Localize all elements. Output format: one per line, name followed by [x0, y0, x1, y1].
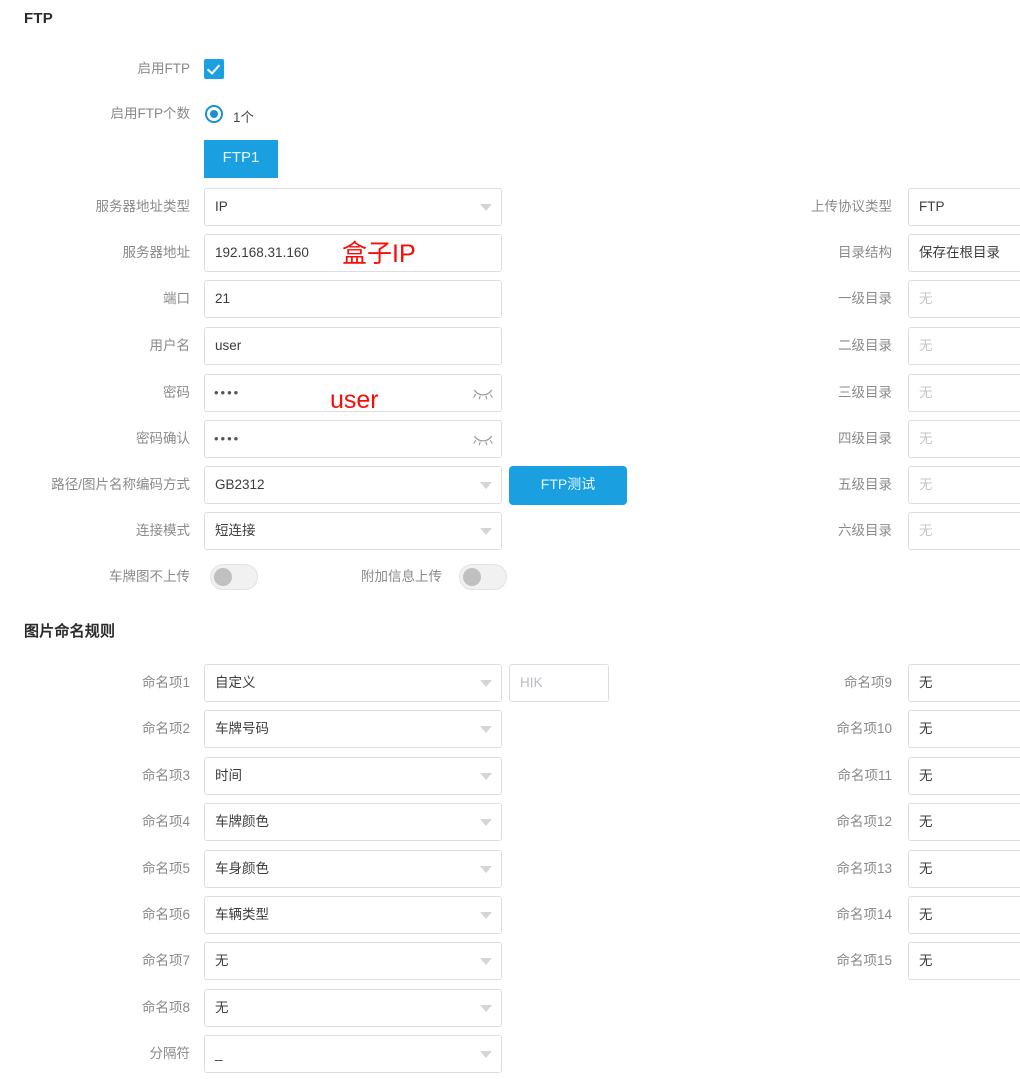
directory-level-4-input[interactable]: 无 — [908, 420, 1020, 458]
enable-ftp-label: 启用FTP — [137, 61, 191, 76]
upload-toggles-row: 车牌图不上传 附加信息上传 — [0, 564, 560, 592]
directory-level-1-label: 一级目录 — [838, 291, 892, 306]
chevron-down-icon — [480, 1051, 492, 1058]
naming-item-11-select[interactable]: 无 — [908, 757, 1020, 795]
no-plate-image-upload-toggle[interactable] — [210, 564, 258, 590]
naming-item-12-select[interactable]: 无 — [908, 803, 1020, 841]
naming-item-12-label: 命名项12 — [836, 814, 892, 829]
enable-ftp-checkbox[interactable] — [204, 59, 224, 79]
naming-item-8-label: 命名项8 — [141, 1000, 190, 1015]
toggle-knob — [214, 568, 232, 586]
naming-item-8-select[interactable]: 无 — [204, 989, 502, 1027]
upload-protocol-type-select[interactable]: FTP — [908, 188, 1020, 226]
directory-level-4-label: 四级目录 — [838, 431, 892, 446]
naming-item-8-row: 命名项8 无 — [0, 989, 520, 1027]
directory-structure-label: 目录结构 — [838, 245, 892, 260]
directory-level-5-row: 五级目录 无 — [0, 466, 1020, 504]
ftp-count-radio-label: 1个 — [233, 110, 255, 125]
naming-item-10-row: 命名项10 无 — [0, 710, 1020, 748]
naming-item-12-row: 命名项12 无 — [0, 803, 1020, 841]
directory-level-6-label: 六级目录 — [838, 523, 892, 538]
directory-level-3-input[interactable]: 无 — [908, 374, 1020, 412]
chevron-down-icon — [480, 1005, 492, 1012]
enable-ftp-row: 启用FTP — [0, 50, 520, 88]
directory-level-4-row: 四级目录 无 — [0, 420, 1020, 458]
naming-item-10-label: 命名项10 — [836, 721, 892, 736]
naming-item-13-select[interactable]: 无 — [908, 850, 1020, 888]
no-plate-image-upload-label: 车牌图不上传 — [109, 569, 190, 584]
naming-item-10-select[interactable]: 无 — [908, 710, 1020, 748]
ftp-count-radio-1[interactable] — [205, 105, 223, 123]
naming-item-14-row: 命名项14 无 — [0, 896, 1020, 934]
upload-protocol-type-row: 上传协议类型 FTP — [0, 188, 1020, 226]
tab-ftp1[interactable]: FTP1 — [204, 140, 278, 178]
directory-level-2-input[interactable]: 无 — [908, 327, 1020, 365]
annotation-password: user — [330, 386, 379, 414]
directory-level-2-row: 二级目录 无 — [0, 327, 1020, 365]
extra-info-upload-label: 附加信息上传 — [361, 569, 442, 584]
separator-select[interactable]: _ — [204, 1035, 502, 1073]
naming-item-13-row: 命名项13 无 — [0, 850, 1020, 888]
ftp-section-title: FTP — [24, 10, 53, 27]
naming-item-15-select[interactable]: 无 — [908, 942, 1020, 980]
directory-level-3-row: 三级目录 无 — [0, 374, 1020, 412]
extra-info-upload-toggle[interactable] — [459, 564, 507, 590]
upload-protocol-type-label: 上传协议类型 — [811, 199, 892, 214]
naming-item-11-row: 命名项11 无 — [0, 757, 1020, 795]
naming-item-9-select[interactable]: 无 — [908, 664, 1020, 702]
directory-level-3-label: 三级目录 — [838, 385, 892, 400]
directory-level-6-input[interactable]: 无 — [908, 512, 1020, 550]
naming-item-15-row: 命名项15 无 — [0, 942, 1020, 980]
naming-item-9-row: 命名项9 无 — [0, 664, 1020, 702]
toggle-knob — [463, 568, 481, 586]
directory-level-1-input[interactable]: 无 — [908, 280, 1020, 318]
ftp-count-label: 启用FTP个数 — [110, 106, 191, 121]
naming-rules-section-title: 图片命名规则 — [24, 623, 116, 640]
directory-level-1-row: 一级目录 无 — [0, 280, 1020, 318]
separator-row: 分隔符 _ — [0, 1035, 520, 1073]
naming-item-14-label: 命名项14 — [836, 907, 892, 922]
naming-item-13-label: 命名项13 — [836, 861, 892, 876]
directory-level-2-label: 二级目录 — [838, 338, 892, 353]
ftp-settings-page: FTP 启用FTP 启用FTP个数 1个 FTP1 服务器地址类型 IP 服务器… — [0, 0, 1020, 1079]
ftp-count-row: 启用FTP个数 1个 — [0, 95, 520, 133]
directory-level-6-row: 六级目录 无 — [0, 512, 1020, 550]
naming-item-15-label: 命名项15 — [836, 953, 892, 968]
directory-level-5-input[interactable]: 无 — [908, 466, 1020, 504]
naming-item-9-label: 命名项9 — [843, 675, 892, 690]
annotation-server-ip: 盒子IP — [342, 240, 416, 268]
directory-structure-row: 目录结构 保存在根目录 — [0, 234, 1020, 272]
directory-structure-select[interactable]: 保存在根目录 — [908, 234, 1020, 272]
naming-item-14-select[interactable]: 无 — [908, 896, 1020, 934]
directory-level-5-label: 五级目录 — [838, 477, 892, 492]
separator-label: 分隔符 — [149, 1046, 191, 1061]
naming-item-11-label: 命名项11 — [837, 768, 892, 783]
